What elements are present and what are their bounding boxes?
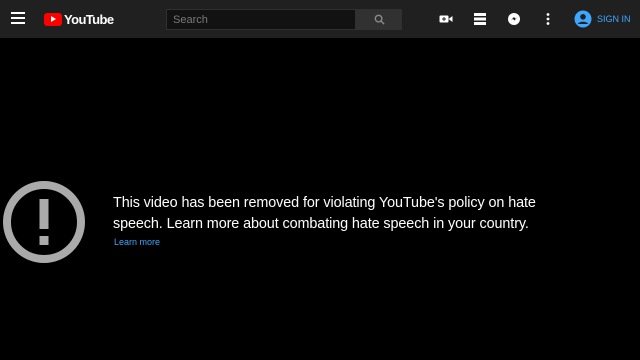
error-message-line-2: speech. Learn more about combating hate … <box>113 216 529 232</box>
account-circle-icon <box>574 10 592 28</box>
sign-in-button[interactable]: Sign in <box>574 9 631 29</box>
search-icon <box>374 14 385 25</box>
video-camera-icon[interactable] <box>438 11 454 27</box>
messages-icon[interactable] <box>506 11 522 27</box>
more-vertical-icon[interactable] <box>540 11 556 27</box>
alert-circle-icon <box>3 181 85 263</box>
youtube-play-icon <box>44 12 62 26</box>
error-message: This video has been removed for violatin… <box>113 193 633 235</box>
search-input[interactable] <box>166 9 356 30</box>
masthead: YouTube Search SIGN IN <box>0 0 640 38</box>
sign-in-label: Sign in <box>597 14 631 24</box>
error-message-line-1: This video has been removed for violatin… <box>113 195 536 211</box>
learn-more-link[interactable]: Learn more <box>114 237 160 247</box>
search-button[interactable] <box>356 9 402 30</box>
apps-grid-icon[interactable] <box>472 11 488 27</box>
youtube-logo[interactable]: YouTube <box>44 11 114 27</box>
menu-icon[interactable] <box>11 12 25 25</box>
logo-text: YouTube <box>64 11 114 27</box>
